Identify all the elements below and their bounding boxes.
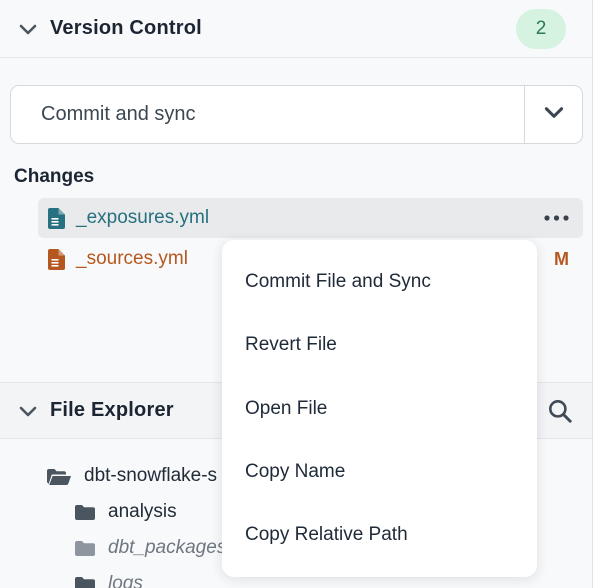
changed-file-name: _exposures.yml [76,207,209,229]
changes-count-badge: 2 [516,9,566,49]
tree-item-label: analysis [108,501,177,523]
file-context-menu: Commit File and Sync Revert File Open Fi… [222,240,537,577]
commit-button-label: Commit and sync [41,103,196,126]
tree-item-label: dbt-snowflake-s [84,465,217,487]
chevron-down-icon [541,99,567,130]
chevron-down-icon[interactable] [16,17,40,41]
yml-file-icon [48,249,65,270]
file-actions-ellipsis-button[interactable] [544,215,569,221]
changes-section-label: Changes [14,166,94,188]
commit-and-sync-button[interactable]: Commit and sync [10,85,583,144]
folder-icon [75,504,95,520]
folder-icon [75,576,95,588]
version-control-title: Version Control [50,17,202,40]
tree-item-label: dbt_packages [108,537,226,559]
change-row-exposures[interactable]: _exposures.yml [38,198,583,238]
yml-file-icon [48,208,65,229]
commit-button-main[interactable]: Commit and sync [11,86,524,143]
menu-item-copy-name[interactable]: Copy Name [222,440,537,503]
version-control-header[interactable]: Version Control 2 [0,0,592,58]
folder-icon [75,540,95,556]
folder-open-icon [47,468,71,485]
file-explorer-title: File Explorer [50,399,174,422]
tree-item-label: logs [108,573,143,588]
menu-item-revert-file[interactable]: Revert File [222,313,537,376]
changed-file-name: _sources.yml [76,248,188,270]
commit-options-dropdown[interactable] [524,86,582,143]
chevron-down-icon[interactable] [16,399,40,423]
menu-item-open-file[interactable]: Open File [222,377,537,440]
modified-status-badge: M [554,249,569,270]
menu-item-copy-relative-path[interactable]: Copy Relative Path [222,504,537,567]
search-icon[interactable] [546,397,574,425]
ide-sidebar: Version Control 2 Commit and sync Change… [0,0,600,588]
version-control-panel: Version Control 2 Commit and sync Change… [0,0,593,588]
menu-item-commit-file-and-sync[interactable]: Commit File and Sync [222,250,537,313]
